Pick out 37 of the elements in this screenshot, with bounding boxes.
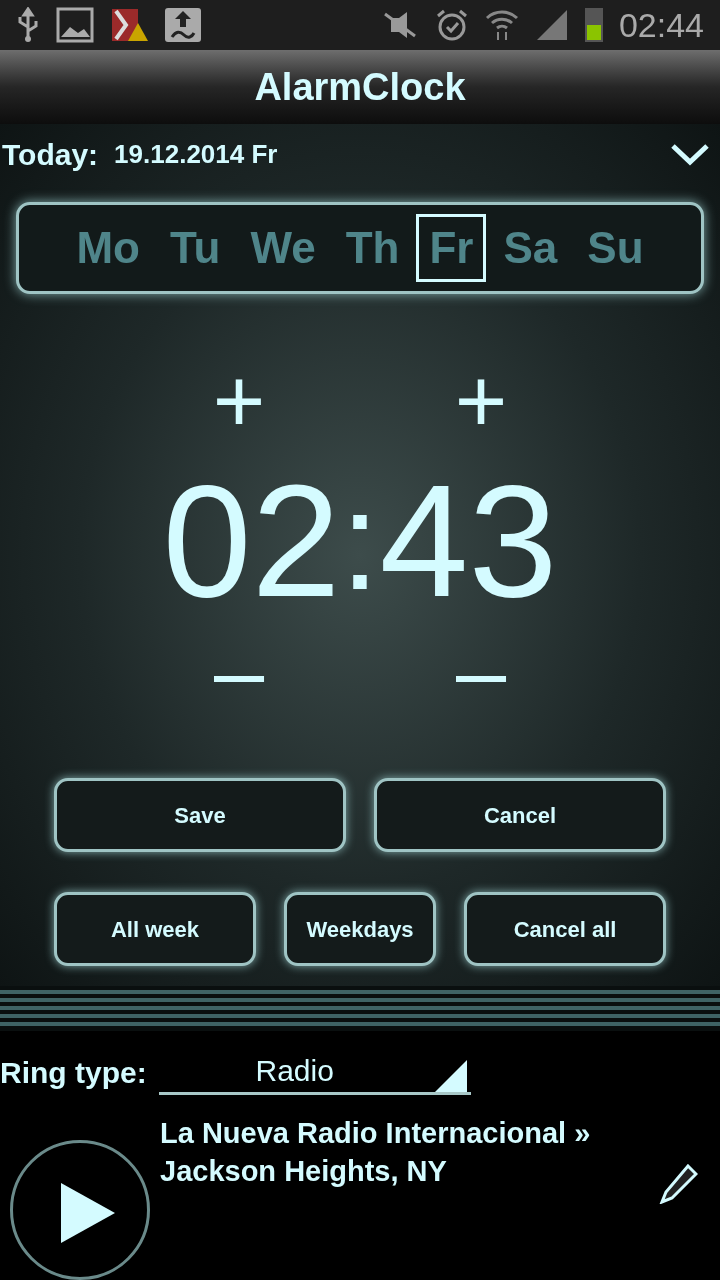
day-toggle[interactable]: Mo [63,214,153,283]
alarm-icon [434,8,469,42]
ring-type-label: Ring type: [0,1054,147,1091]
clock-time: 02:44 [618,4,704,46]
minutes-display: 43 [379,461,558,622]
upload-icon [164,7,202,43]
action-button[interactable]: All week [54,892,256,967]
day-toggle[interactable]: We [237,214,329,283]
usb-icon [16,7,40,43]
station-location: Jackson Heights, NY [160,1154,448,1189]
day-toggle[interactable]: Fr [416,214,487,283]
adjust-control[interactable]: + [421,356,541,447]
day-toggle[interactable]: Th [332,214,413,283]
pencil-icon[interactable] [658,1164,698,1204]
adjust-control[interactable]: – [179,626,299,717]
adjust-control[interactable]: + [179,356,299,447]
action-button[interactable]: Cancel all [464,892,666,967]
day-toggle[interactable]: Sa [490,214,571,283]
wifi-icon [484,8,519,42]
hours-display: 02 [162,461,341,622]
station-name: La Nueva Radio Internacional » [160,1116,591,1151]
ring-type-dropdown[interactable]: Radio [158,1049,471,1096]
day-toggle[interactable]: Tu [157,214,234,283]
time-separator: : [340,471,380,612]
chevron-down-icon[interactable] [670,142,710,167]
today-label: Today: [2,136,99,173]
action-button[interactable]: Weekdays [284,892,436,967]
image-icon [56,7,94,43]
action-button[interactable]: Cancel [374,778,666,853]
battery-icon [584,8,603,42]
day-toggle[interactable]: Su [574,214,657,283]
today-date: 19.12.2014 Fr [114,137,278,171]
action-button[interactable]: Save [54,778,346,853]
play-icon [61,1183,115,1243]
app-title: AlarmClock [254,64,466,110]
warning-shield-icon [110,7,148,43]
adjust-control[interactable]: – [421,626,541,717]
